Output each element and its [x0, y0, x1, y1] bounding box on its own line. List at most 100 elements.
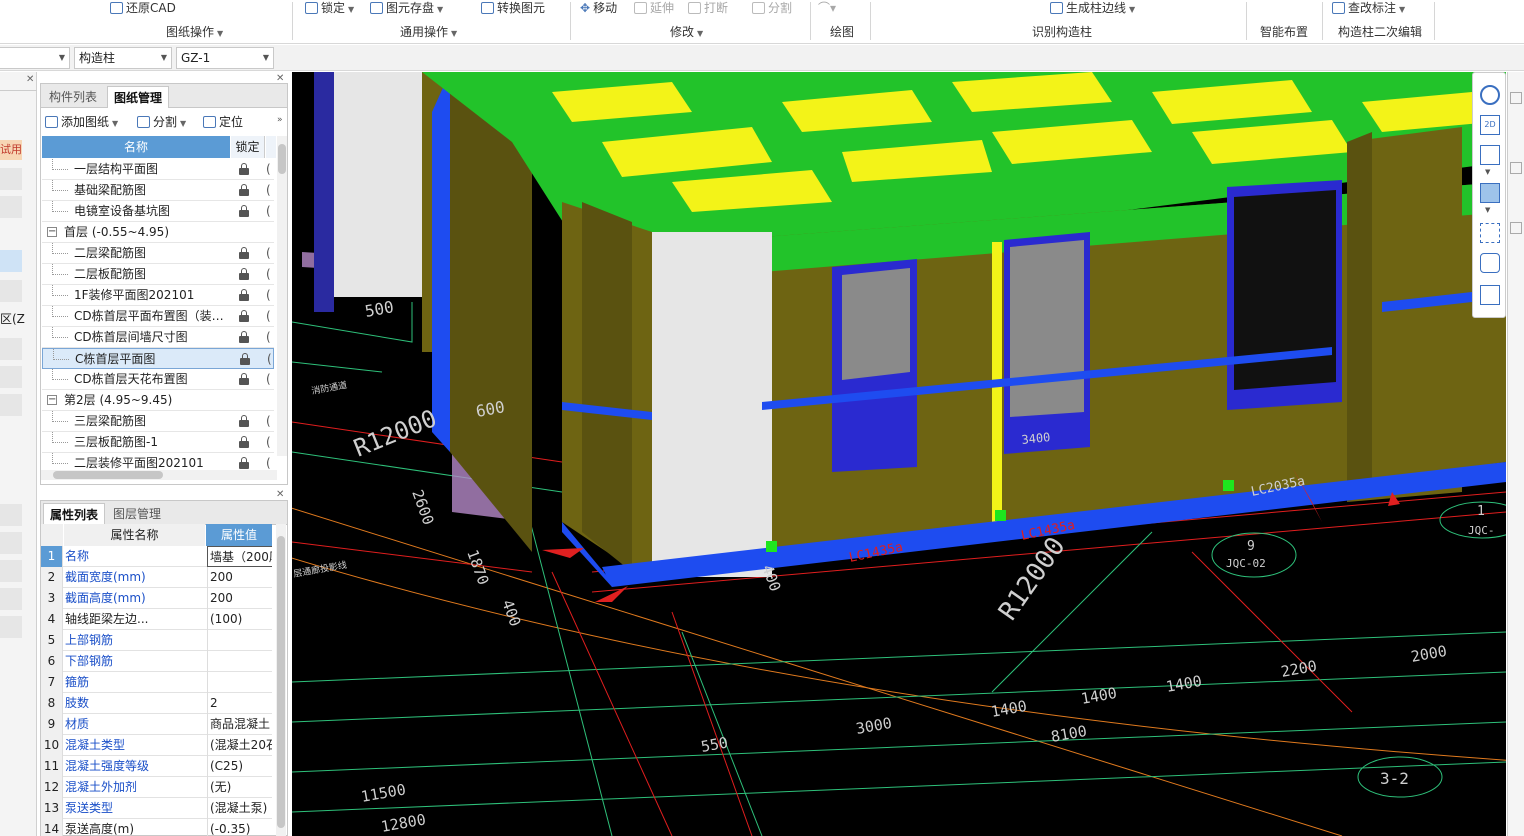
vertical-scrollbar[interactable] [276, 524, 286, 836]
panel-toggle[interactable] [1510, 222, 1522, 234]
property-row[interactable]: 6 下部钢筋 [41, 651, 272, 672]
lock-icon[interactable] [239, 373, 249, 385]
drawing-row[interactable]: (CD栋首层天花布置图 [42, 369, 274, 390]
lock-icon[interactable] [239, 436, 249, 448]
properties-icon[interactable] [1480, 285, 1500, 305]
property-value[interactable]: (C25) [207, 756, 272, 777]
break-button[interactable]: 打断 [688, 0, 728, 16]
lock-icon[interactable] [239, 331, 249, 343]
edit-label-button[interactable]: 查改标注 ▼ [1332, 0, 1405, 16]
orbit-icon[interactable] [1480, 85, 1500, 105]
tab-component-list[interactable]: 构件列表 [43, 86, 103, 108]
component-name-select[interactable]: GZ-1 ▼ [176, 47, 274, 69]
scroll-thumb[interactable] [53, 471, 163, 479]
group-modify[interactable]: 修改 ▼ [670, 24, 703, 40]
property-value[interactable] [207, 651, 272, 672]
property-row[interactable]: 2 截面宽度(mm) 200 [41, 567, 272, 588]
nav-item[interactable] [0, 338, 22, 360]
property-row[interactable]: 5 上部钢筋 [41, 630, 272, 651]
nav-item[interactable] [0, 280, 22, 302]
property-row[interactable]: 12 混凝土外加剂 (无) [41, 777, 272, 798]
property-row[interactable]: 11 混凝土强度等级 (C25) [41, 756, 272, 777]
lock-icon[interactable] [239, 268, 249, 280]
close-icon[interactable]: ✕ [26, 74, 34, 85]
nav-item[interactable] [0, 504, 22, 526]
add-drawing-button[interactable]: 添加图纸 ▼ [45, 113, 118, 131]
tab-layer-management[interactable]: 图层管理 [107, 503, 167, 525]
column-header-lock[interactable]: 锁定 [231, 136, 265, 158]
lock-icon[interactable] [239, 310, 249, 322]
property-row[interactable]: 1名称 墙基（200厚）... [41, 546, 272, 567]
split-drawing-button[interactable]: 分割 ▼ [137, 113, 186, 131]
nav-item-active[interactable] [0, 250, 22, 272]
lock-icon[interactable] [239, 163, 249, 175]
property-row[interactable]: 3 截面高度(mm) 200 [41, 588, 272, 609]
property-row[interactable]: 4 轴线距梁左边... (100) [41, 609, 272, 630]
chevron-down-icon[interactable]: ▼ [1485, 168, 1490, 176]
lock-button[interactable]: 锁定 ▼ [305, 0, 354, 16]
nav-item[interactable] [0, 168, 22, 190]
generate-column-edge-button[interactable]: 生成柱边线 ▼ [1050, 0, 1135, 16]
lock-icon[interactable] [239, 184, 249, 196]
fit-view-icon[interactable] [1480, 223, 1500, 243]
lock-icon[interactable] [240, 353, 250, 365]
3d-viewport[interactable]: R12000 R12000 500 600 2600 1870 400 400 … [292, 72, 1506, 836]
move-button[interactable]: ✥ 移动 [580, 0, 617, 16]
column-header-extra[interactable] [266, 136, 276, 158]
drawing-row[interactable]: (电镜室设备基坑图 [42, 201, 274, 222]
nav-item[interactable] [0, 196, 22, 218]
drawing-row[interactable]: (CD栋首层间墙尺寸图 [42, 327, 274, 348]
chevron-down-icon[interactable]: ▼ [1485, 206, 1490, 214]
nav-item[interactable] [0, 588, 22, 610]
group-general-ops[interactable]: 通用操作 ▼ [400, 24, 457, 40]
lock-icon[interactable] [239, 205, 249, 217]
extend-button[interactable]: 延伸 [634, 0, 674, 16]
panel-close-icon[interactable]: ✕ [276, 489, 284, 500]
tab-property-list[interactable]: 属性列表 [43, 503, 106, 525]
lock-icon[interactable] [239, 457, 249, 469]
drawing-row[interactable]: (二层梁配筋图 [42, 243, 274, 264]
property-value[interactable] [207, 630, 272, 651]
property-row[interactable]: 9 材质 商品混凝土 [41, 714, 272, 735]
drawing-row[interactable]: (基础梁配筋图 [42, 180, 274, 201]
convert-element-button[interactable]: 转换图元 [481, 0, 545, 16]
property-value[interactable]: 商品混凝土 [207, 714, 272, 735]
lock-icon[interactable] [239, 415, 249, 427]
property-row[interactable]: 7 箍筋 [41, 672, 272, 693]
property-row[interactable]: 10混凝土类型 (混凝土20石) [41, 735, 272, 756]
panel-toggle[interactable] [1510, 162, 1522, 174]
scroll-thumb[interactable] [277, 536, 285, 828]
drawing-row[interactable]: (二层板配筋图 [42, 264, 274, 285]
tree-group-row[interactable]: − 第2层 (4.95~9.45) [42, 390, 274, 411]
snap-point[interactable] [1223, 480, 1234, 491]
property-value[interactable]: (-0.35) [207, 819, 272, 836]
save-element-button[interactable]: 图元存盘 ▼ [370, 0, 443, 16]
drawing-row[interactable]: (三层板配筋图-1 [42, 432, 274, 453]
lock-icon[interactable] [239, 289, 249, 301]
panel-toggle[interactable] [1510, 92, 1522, 104]
draw-arc-button[interactable]: ⌒▾ [818, 0, 836, 16]
drawing-row[interactable]: (一层结构平面图 [42, 159, 274, 180]
nav-item[interactable] [0, 366, 22, 388]
lock-icon[interactable] [239, 247, 249, 259]
collapse-icon[interactable]: − [47, 395, 57, 405]
property-value[interactable]: 2 [207, 693, 272, 714]
cube-view-icon[interactable] [1480, 145, 1500, 165]
floor-select[interactable]: ▼ [0, 47, 70, 69]
horizontal-scrollbar[interactable] [41, 470, 277, 480]
property-row[interactable]: 14 泵送高度(m) (-0.35) [41, 819, 272, 836]
nav-item[interactable] [0, 532, 22, 554]
nav-item[interactable] [0, 560, 22, 582]
more-icon[interactable]: » [277, 115, 283, 125]
property-value[interactable]: 200 [207, 567, 272, 588]
restore-cad-button[interactable]: 还原CAD [110, 0, 176, 16]
snap-point[interactable] [766, 541, 777, 552]
scroll-thumb[interactable] [278, 144, 286, 174]
category-select[interactable]: 构造柱 ▼ [74, 47, 172, 69]
collapse-icon[interactable]: − [47, 227, 57, 237]
property-value[interactable]: 墙基（200厚）... [207, 546, 272, 567]
tree-group-row[interactable]: − 首层 (-0.55~4.95) [42, 222, 274, 243]
layer-cube-icon[interactable] [1480, 183, 1500, 203]
isometric-icon[interactable] [1480, 253, 1500, 273]
2d-view-icon[interactable]: 2D [1480, 115, 1500, 135]
